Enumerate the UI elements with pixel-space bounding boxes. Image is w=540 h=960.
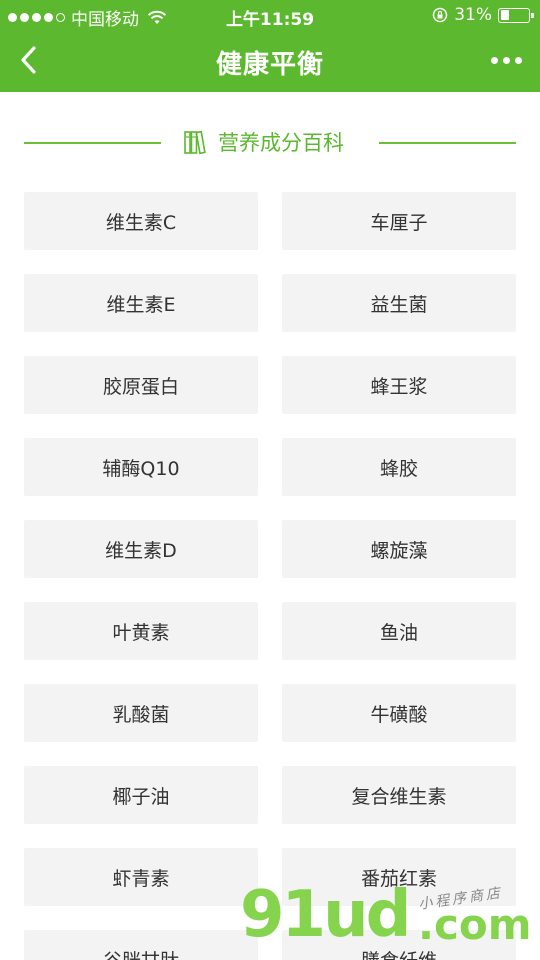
more-dot — [514, 56, 522, 64]
status-right: 31% — [432, 5, 534, 25]
nutrient-item[interactable]: 胶原蛋白 — [24, 356, 258, 414]
nutrient-item[interactable]: 复合维生素 — [282, 766, 516, 824]
nutrient-item[interactable]: 螺旋藻 — [282, 520, 516, 578]
section-title-text: 营养成分百科 — [218, 131, 344, 155]
nutrient-item[interactable]: 维生素E — [24, 274, 258, 332]
nutrient-item[interactable]: 牛磺酸 — [282, 684, 516, 742]
page-title: 健康平衡 — [215, 50, 324, 80]
nutrient-item[interactable]: 虾青素 — [24, 848, 258, 906]
nutrient-item[interactable]: 叶黄素 — [24, 602, 258, 660]
battery-tip — [531, 12, 534, 18]
nutrient-item[interactable]: 维生素C — [24, 192, 258, 250]
nutrient-item[interactable]: 谷胱甘肽 — [24, 930, 258, 960]
nutrient-item[interactable]: 膳食纤维 — [282, 930, 516, 960]
nav-bar: 健康平衡 — [0, 30, 540, 92]
divider-right — [379, 142, 516, 144]
nutrient-item[interactable]: 维生素D — [24, 520, 258, 578]
nutrient-item[interactable]: 蜂胶 — [282, 438, 516, 496]
nutrient-item[interactable]: 益生菌 — [282, 274, 516, 332]
books-icon — [184, 130, 206, 155]
battery-icon — [498, 7, 534, 23]
nutrient-item[interactable]: 椰子油 — [24, 766, 258, 824]
status-bar: 中国移动 上午11:59 31% — [0, 0, 540, 30]
nutrient-item[interactable]: 辅酶Q10 — [24, 438, 258, 496]
section-header: 营养成分百科 — [24, 124, 516, 160]
more-options-button[interactable] — [484, 40, 528, 80]
battery-percent: 31% — [454, 5, 492, 25]
divider-left — [24, 142, 161, 144]
battery-fill — [500, 10, 509, 20]
nutrient-item[interactable]: 鱼油 — [282, 602, 516, 660]
rotation-lock-icon — [432, 7, 448, 23]
more-dot — [490, 56, 498, 64]
app-header: 中国移动 上午11:59 31% 健康平衡 — [0, 0, 540, 92]
nutrient-item[interactable]: 番茄红素 — [282, 848, 516, 906]
more-dot — [502, 56, 510, 64]
section-title: 营养成分百科 — [184, 127, 344, 157]
nutrient-item[interactable]: 车厘子 — [282, 192, 516, 250]
nutrient-item[interactable]: 乳酸菌 — [24, 684, 258, 742]
nutrient-item[interactable]: 蜂王浆 — [282, 356, 516, 414]
